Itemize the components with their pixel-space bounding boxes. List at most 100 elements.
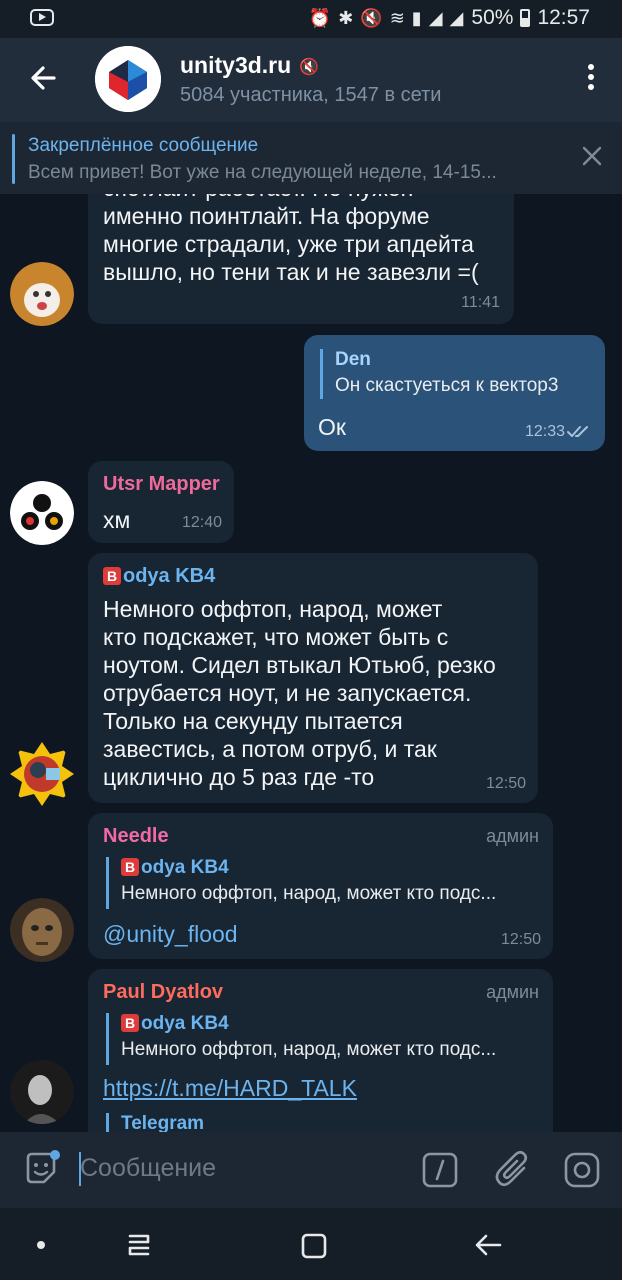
message-line: Только на секунду пытается	[103, 708, 403, 734]
camera-button[interactable]	[564, 1152, 600, 1193]
sender-name[interactable]: Paul Dyatlov	[103, 981, 223, 1004]
bot-commands-button[interactable]	[422, 1152, 458, 1193]
message-line: вышло, но тени так и не завезли =(	[103, 259, 479, 285]
link-preview[interactable]: Telegram	[106, 1113, 204, 1132]
message-bubble[interactable]: Needle админ Bodya KB4 Немного оффтоп, н…	[88, 813, 553, 959]
mention-link[interactable]: @unity_flood	[103, 921, 238, 948]
muted-icon: 🔇	[299, 58, 320, 76]
message-line: завестись, а потом отруб, и так	[103, 736, 437, 762]
message-line: именно поинтлайт. На форуме	[103, 203, 430, 229]
chat-title[interactable]: unity3d.ru 🔇	[180, 52, 319, 79]
pinned-close-button[interactable]	[580, 144, 604, 168]
avatar[interactable]	[10, 262, 74, 326]
battery-icon	[520, 9, 531, 27]
attach-button[interactable]	[494, 1150, 532, 1195]
message-input[interactable]: Сообщение	[80, 1154, 216, 1183]
sender-name[interactable]: Utsr Mapper	[103, 473, 220, 496]
message-list[interactable]: спотлайт работает. Но нужен именно поинт…	[0, 194, 622, 1132]
portrait-avatar-icon	[10, 1060, 74, 1124]
admin-badge: админ	[486, 982, 539, 1002]
chat-members-count: 5084 участника, 1547 в сети	[180, 84, 442, 106]
avatar[interactable]	[10, 1060, 74, 1124]
reply-sender-text: odya KB4	[141, 1013, 229, 1034]
avatar[interactable]	[10, 898, 74, 962]
badge-b-icon: B	[103, 567, 121, 585]
message-time: 12:33	[524, 423, 565, 440]
unity-logo-icon	[95, 46, 161, 112]
url-link[interactable]: https://t.me/HARD_TALK	[103, 1075, 357, 1102]
message-bubble[interactable]: Utsr Mapper хм 12:40	[88, 461, 234, 543]
reply-quote[interactable]: Den Он скастуеться к вектор3	[320, 349, 558, 399]
reply-text: Немного оффтоп, народ, может кто подс...	[121, 883, 497, 904]
sender-name[interactable]: Bodya KB4	[103, 565, 215, 588]
message-line: Немного оффтоп, народ, может	[103, 596, 443, 622]
chat-title-text: unity3d.ru	[180, 52, 292, 78]
back-arrow-icon	[475, 1234, 502, 1256]
badge-b-icon: B	[121, 858, 139, 876]
reply-text: Немного оффтоп, народ, может кто подс...	[121, 1039, 497, 1060]
reply-text: Он скастуеться к вектор3	[335, 375, 559, 396]
slash-command-icon	[422, 1152, 458, 1188]
pinned-title: Закреплённое сообщение	[28, 135, 259, 156]
reply-sender: Bodya KB4	[121, 1013, 534, 1035]
system-back-button[interactable]	[472, 1230, 504, 1265]
status-bar: ⏰ ✱ 🔇 ≋ ▮ ◢ ◢ 50% 12:57	[0, 0, 622, 38]
paperclip-icon	[495, 1150, 528, 1187]
message-time: 11:41	[461, 294, 500, 311]
radiation-avatar-icon	[10, 481, 74, 545]
youtube-notification-icon	[30, 9, 54, 26]
sender-name[interactable]: Needle	[103, 825, 169, 848]
recent-apps-button[interactable]	[126, 1232, 154, 1263]
home-button[interactable]	[300, 1232, 328, 1265]
avatar[interactable]	[10, 742, 74, 806]
instagram-camera-icon	[564, 1152, 600, 1188]
avatar[interactable]	[10, 481, 74, 545]
double-check-icon	[567, 426, 588, 437]
badge-b-icon: B	[121, 1014, 139, 1032]
message-time: 12:50	[485, 775, 526, 792]
cat-avatar-icon	[10, 262, 74, 326]
sticker-button[interactable]	[22, 1150, 62, 1195]
message-line: спотлайт работает. Но нужен	[103, 194, 479, 202]
message-line: ноутом. Сидел втыкал Ютьюб, резко	[103, 652, 496, 678]
cartoon-avatar-icon	[10, 742, 74, 806]
sticker-icon	[26, 1150, 60, 1184]
message-text: Ок	[318, 414, 346, 440]
reply-sender-text: odya KB4	[141, 857, 229, 878]
system-icons: ⏰ ✱ 🔇 ≋ ▮ ◢ ◢	[308, 7, 465, 28]
message-time: 12:40	[181, 514, 222, 531]
more-menu-button[interactable]	[586, 64, 596, 94]
arrow-left-icon	[31, 66, 56, 90]
message-input-bar: Сообщение	[0, 1132, 622, 1208]
reply-quote[interactable]: Bodya KB4 Немного оффтоп, народ, может к…	[106, 857, 534, 909]
message-line: кто подскажет, что может быть с	[103, 624, 449, 650]
message-bubble[interactable]: Bodya KB4 Немного оффтоп, народ, может к…	[88, 553, 538, 803]
link-preview-site: Telegram	[121, 1113, 205, 1132]
reply-quote[interactable]: Bodya KB4 Немного оффтоп, народ, может к…	[106, 1013, 534, 1065]
home-square-icon	[301, 1233, 327, 1259]
pinned-text: Всем привет! Вот уже на следующей неделе…	[28, 162, 497, 183]
reply-sender: Den	[335, 349, 371, 370]
message-time: 12:50	[500, 931, 541, 948]
message-line: многие страдали, уже три апдейта	[103, 231, 474, 257]
chat-header: unity3d.ru 🔇 5084 участника, 1547 в сети	[0, 38, 622, 122]
back-button[interactable]	[24, 58, 64, 98]
sender-name-text: odya KB4	[123, 565, 216, 587]
message-line: отрубается ноут, и не запускается.	[103, 680, 472, 706]
recents-icon	[128, 1234, 150, 1256]
chat-avatar[interactable]	[95, 46, 161, 112]
clock: 12:57	[537, 6, 590, 29]
outgoing-message-bubble[interactable]: Den Он скастуеться к вектор3 Ок 12:33	[304, 335, 605, 451]
close-icon	[582, 146, 602, 166]
reply-sender: Bodya KB4	[121, 857, 534, 879]
message-bubble[interactable]: Paul Dyatlov админ Bodya KB4 Немного офф…	[88, 969, 553, 1132]
admin-badge: админ	[486, 826, 539, 846]
system-navigation-bar	[0, 1208, 622, 1280]
face-avatar-icon	[10, 898, 74, 962]
pinned-accent-bar	[12, 134, 15, 184]
message-bubble[interactable]: спотлайт работает. Но нужен именно поинт…	[88, 194, 514, 324]
nav-dot-icon	[37, 1241, 45, 1249]
battery-percent: 50%	[471, 6, 514, 29]
message-text: хм	[103, 507, 131, 533]
pinned-message[interactable]: Закреплённое сообщение Всем привет! Вот …	[0, 122, 622, 194]
